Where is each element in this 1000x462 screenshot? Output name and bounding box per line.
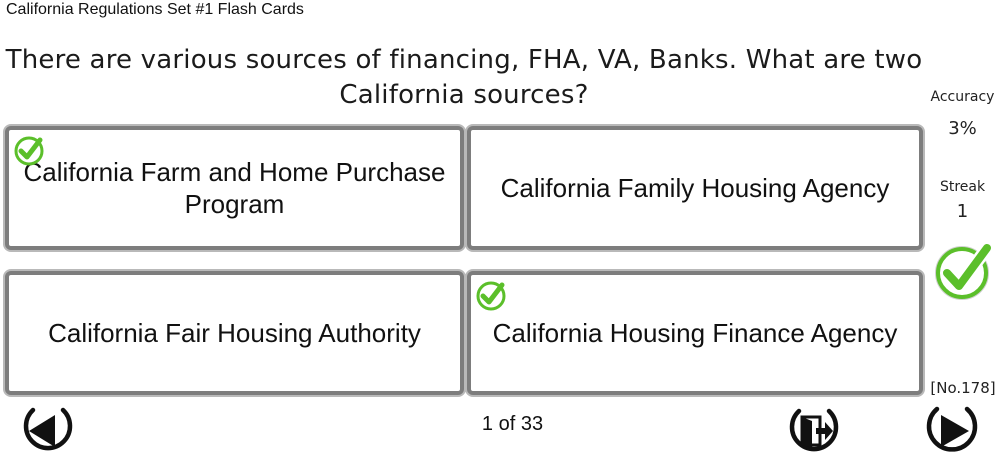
answer-label: California Family Housing Agency	[500, 173, 890, 203]
accuracy-label: Accuracy	[930, 89, 995, 105]
answer-label: California Fair Housing Authority	[48, 318, 421, 348]
streak-value: 1	[956, 201, 969, 222]
check-icon	[935, 241, 994, 300]
accuracy-value: 3%	[948, 118, 977, 139]
next-arrow-icon[interactable]	[921, 403, 981, 457]
answer-option-3[interactable]: California Fair Housing Authority	[5, 271, 464, 395]
correct-check-icon	[14, 136, 44, 166]
previous-arrow-icon[interactable]	[19, 404, 77, 454]
exit-icon[interactable]	[783, 404, 843, 456]
answer-label: California Housing Finance Agency	[492, 318, 898, 348]
card-number: [No.178]	[930, 379, 996, 397]
question-text: There are various sources of financing, …	[5, 45, 923, 110]
correct-check-icon	[476, 281, 506, 311]
page-title: California Regulations Set #1 Flash Card…	[6, 1, 304, 18]
answer-option-4[interactable]: California Housing Finance Agency	[467, 271, 923, 395]
answer-option-2[interactable]: California Family Housing Agency	[467, 126, 923, 250]
streak-label: Streak	[939, 179, 986, 195]
answer-option-1[interactable]: California Farm and Home Purchase Progra…	[5, 126, 464, 250]
answer-label: California Farm and Home Purchase Progra…	[23, 157, 446, 219]
page-counter: 1 of 33	[481, 413, 544, 435]
